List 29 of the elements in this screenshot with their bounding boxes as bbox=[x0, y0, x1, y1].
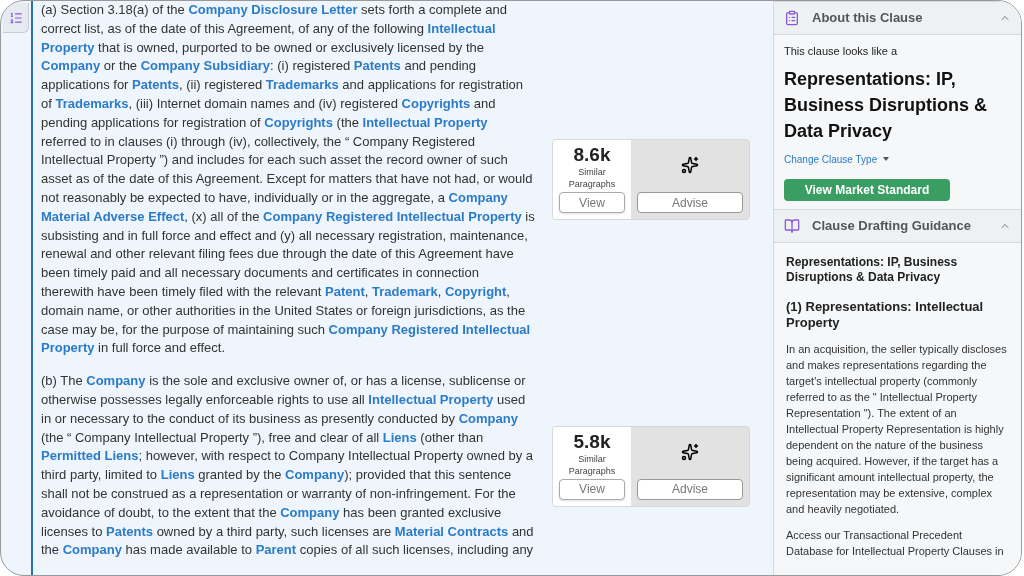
advise-button[interactable]: Advise bbox=[637, 192, 743, 214]
sparkles-icon bbox=[681, 442, 699, 461]
outline-toggle[interactable] bbox=[3, 3, 29, 33]
guidance-paragraph: Access our Transactional Precedent Database for Intellectual Property Clauses in bbox=[786, 528, 1005, 559]
view-button[interactable]: View bbox=[559, 192, 625, 214]
view-market-standard-button[interactable]: View Market Standard bbox=[784, 179, 950, 201]
intro-text: This clause looks like a bbox=[784, 44, 898, 59]
similar-count: 8.6k bbox=[573, 144, 611, 167]
panel-title: Clause Drafting Guidance bbox=[812, 217, 972, 236]
caret-icon bbox=[883, 157, 890, 161]
guidance-subheading: (1) Representations: Intellectual Property bbox=[786, 299, 985, 331]
guidance-paragraph: In an acquisition, the seller typically discloses and makes representations regarding the target's intellectual property (commonly referred to as the " Intellectual Property Representation "). The extent of an Intellectual Property Representation is highly dependent on the nature of the business being acquired. However, if the target has a significant amount intellectual property, the representation may be extensive, complex and heavily negotiated. bbox=[786, 342, 1008, 517]
list-icon bbox=[8, 10, 23, 25]
clause-paragraph: (b) The Company is the sole and exclusive owner of, or has a license, sublicense or otherwise possesses legally enforceable rights to use all Intellectual Property used in or necessary to the conduct of its business as presently conducted by Company (the “ Company Intellectual Property ”), free and clear of all Liens (other than Permitted Liens; however, with respect to Company Intellectual Property owned by a third party, limited to Liens granted by the Company); provided that this sentence shall not be construed as a representation or warranty of non-infringement. For the avoidance of doubt, to the extent that the Company has been granted exclusive licenses to Patents owned by a third party, such licenses are Material Contracts and the Company has made available to Parent copies of all such licenses, including any bbox=[41, 372, 535, 560]
panel-header[interactable]: Clause Drafting Guidance bbox=[774, 209, 1021, 243]
view-button[interactable]: View bbox=[559, 478, 625, 500]
panel-title: About this Clause bbox=[812, 9, 924, 28]
guidance-heading: Representations: IP, Business Disruptions & Data Privacy bbox=[786, 255, 959, 285]
similar-label: Similar Paragraphs bbox=[567, 166, 617, 191]
sparkles-icon bbox=[681, 156, 699, 175]
similar-label: Similar Paragraphs bbox=[567, 452, 617, 477]
similar-count: 5.8k bbox=[573, 430, 611, 453]
change-clause-type-link[interactable]: Change Clause Type bbox=[784, 151, 890, 167]
advise-button[interactable]: Advise bbox=[637, 478, 743, 500]
panel-icon bbox=[784, 10, 800, 26]
clause-type-title: Representations: IP, Business Disruptions & Data Privacy bbox=[784, 67, 989, 143]
clause-paragraph: (a) Section 3.18(a) of the Company Disclosure Letter sets forth a complete and correct list, as of the date of this Agreement, of any of the following Intellectual Property that is owned, purported to be owned or exclusively licensed by the Company or the Company Subsidiary: (i) registered Patents and pending applications for Patents, (ii) registered Trademarks and applications for registration of Trademarks, (iii) Internet domain names and (iv) registered Copyrights and pending applications for registration of Copyrights (the Intellectual Property referred to in clauses (i) through (iv), collectively, the “ Company Registered Intellectual Property ”) and includes for each such asset the record owner of such asset as of the date of this Agreement. Except for matters that have not had, or would not reasonably be expected to have, individually or in the aggregate, a Company Material Adverse Effect, (x) all of the Company Registered Intellectual Property is subsisting and in full force and effect and (y) all necessary registration, maintenance, renewal and other relevant filing fees due through the date of this Agreement have been timely paid and all necessary documents and certificates in connection therewith have been timely filed with the relevant Patent, Trademark, Copyright, domain name, or other authorities in the United States or foreign jurisdictions, as the case may be, for the purpose of maintaining such Company Registered Intellectual Property in full force and effect. bbox=[41, 1, 535, 358]
panel-icon bbox=[784, 218, 800, 234]
panel-header[interactable]: About this Clause bbox=[774, 1, 1021, 35]
